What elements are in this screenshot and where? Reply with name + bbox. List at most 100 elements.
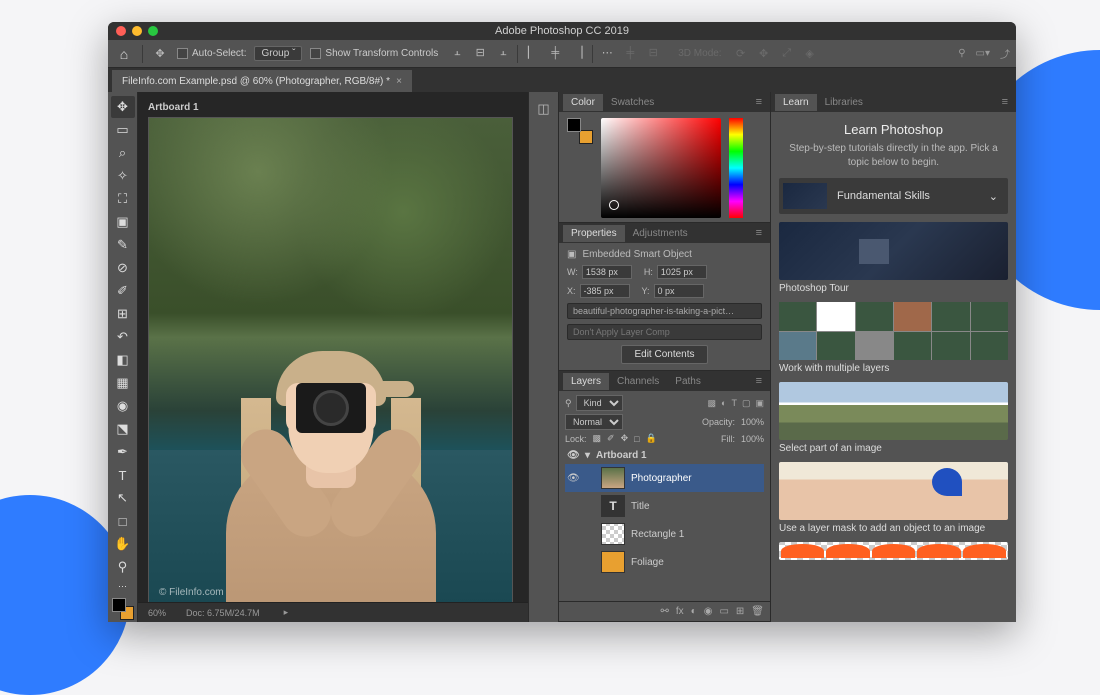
panel-toggle-icon[interactable]: ◫ <box>533 98 555 120</box>
panel-menu-icon[interactable]: ≡ <box>756 96 766 108</box>
search-icon[interactable]: ⚲ <box>958 48 965 59</box>
clone-stamp-tool[interactable]: ⊞ <box>111 303 135 325</box>
align-right-icon[interactable]: ▕ <box>569 45 587 61</box>
lock-all-icon[interactable]: 🔒 <box>646 433 657 444</box>
swatches-tab[interactable]: Swatches <box>603 94 662 111</box>
filter-shape-icon[interactable]: ▢ <box>742 398 751 409</box>
layer-item-title[interactable]: T Title <box>565 492 764 520</box>
lock-image-icon[interactable]: ✐ <box>607 433 615 444</box>
layer-item-photographer[interactable]: 👁 Photographer <box>565 464 764 492</box>
filter-type-icon[interactable]: T <box>731 398 737 409</box>
frame-tool[interactable]: ▣ <box>111 211 135 233</box>
lesson-photoshop-tour[interactable]: Photoshop Tour <box>779 222 1008 294</box>
x-input[interactable] <box>580 284 630 298</box>
hand-tool[interactable]: ✋ <box>111 533 135 555</box>
filter-pixel-icon[interactable]: ▩ <box>708 398 717 409</box>
zoom-level[interactable]: 60% <box>148 608 166 618</box>
edit-contents-button[interactable]: Edit Contents <box>621 345 707 364</box>
hue-slider[interactable] <box>729 118 743 218</box>
visibility-icon[interactable]: 👁 <box>567 473 579 484</box>
group-icon[interactable]: ▭ <box>719 606 728 617</box>
libraries-tab[interactable]: Libraries <box>817 94 871 111</box>
fill-value[interactable]: 100% <box>741 434 764 444</box>
opacity-value[interactable]: 100% <box>741 417 764 427</box>
lesson-select-part[interactable]: Select part of an image <box>779 382 1008 454</box>
workspace-icon[interactable]: ▭▾ <box>976 48 990 59</box>
distribute-icon[interactable]: ⋯ <box>598 45 616 61</box>
artboard[interactable]: © FileInfo.com <box>148 117 513 602</box>
zoom-tool[interactable]: ⚲ <box>111 556 135 578</box>
canvas-area[interactable]: Artboard 1 © FileInfo.com <box>138 92 528 602</box>
pen-tool[interactable]: ✒ <box>111 441 135 463</box>
dodge-tool[interactable]: ⬔ <box>111 418 135 440</box>
color-tab[interactable]: Color <box>563 94 603 111</box>
layer-filter-dropdown[interactable]: Kind <box>576 395 623 411</box>
height-input[interactable] <box>657 265 707 279</box>
transform-controls-checkbox[interactable]: Show Transform Controls <box>310 48 438 59</box>
panel-menu-icon[interactable]: ≡ <box>756 227 766 239</box>
healing-brush-tool[interactable]: ⊘ <box>111 257 135 279</box>
status-chevron-icon[interactable]: ▸ <box>284 607 289 618</box>
layer-item-foliage[interactable]: Foliage <box>565 548 764 576</box>
crop-tool[interactable]: ⛶ <box>111 188 135 210</box>
close-tab-icon[interactable]: × <box>396 76 402 87</box>
learn-tab[interactable]: Learn <box>775 94 817 111</box>
align-vcenter-icon[interactable]: ⊟ <box>471 45 489 61</box>
width-input[interactable] <box>582 265 632 279</box>
history-brush-tool[interactable]: ↶ <box>111 326 135 348</box>
filter-smart-icon[interactable]: ▣ <box>755 398 764 409</box>
type-tool[interactable]: T <box>111 464 135 486</box>
auto-select-mode-dropdown[interactable]: Group ˇ <box>254 46 302 61</box>
layer-mask-icon[interactable]: ◐ <box>691 606 697 617</box>
align-hcenter-icon[interactable]: ╪ <box>546 45 564 61</box>
lock-artboard-icon[interactable]: □ <box>634 434 639 444</box>
paths-tab[interactable]: Paths <box>667 373 709 390</box>
new-layer-icon[interactable]: ⊞ <box>736 606 744 617</box>
rectangle-tool[interactable]: □ <box>111 510 135 532</box>
lock-position-icon[interactable]: ✥ <box>621 433 629 444</box>
foreground-background-color[interactable] <box>112 598 134 620</box>
color-mini-swatch[interactable] <box>567 118 593 144</box>
lasso-tool[interactable]: ⌕ <box>111 142 135 164</box>
document-tab[interactable]: FileInfo.com Example.psd @ 60% (Photogra… <box>112 70 412 92</box>
lock-transparent-icon[interactable]: ▩ <box>593 433 602 444</box>
marquee-tool[interactable]: ▭ <box>111 119 135 141</box>
layer-item-artboard[interactable]: 👁 ▾ Artboard 1 <box>565 447 764 464</box>
learn-section-header[interactable]: Fundamental Skills ⌄ <box>779 178 1008 214</box>
filter-adjustment-icon[interactable]: ◐ <box>721 398 726 409</box>
visibility-icon[interactable]: 👁 <box>567 450 579 461</box>
properties-tab[interactable]: Properties <box>563 225 625 242</box>
lesson-multiple-layers[interactable]: Work with multiple layers <box>779 302 1008 374</box>
brush-tool[interactable]: ✐ <box>111 280 135 302</box>
align-bottom-icon[interactable]: ⫠ <box>494 45 512 61</box>
channels-tab[interactable]: Channels <box>609 373 667 390</box>
share-icon[interactable]: ⤴ <box>1000 46 1010 61</box>
home-button[interactable]: ⌂ <box>114 44 134 64</box>
panel-menu-icon[interactable]: ≡ <box>756 375 766 387</box>
eraser-tool[interactable]: ◧ <box>111 349 135 371</box>
magic-wand-tool[interactable]: ✧ <box>111 165 135 187</box>
layers-tab[interactable]: Layers <box>563 373 609 390</box>
path-selection-tool[interactable]: ↖ <box>111 487 135 509</box>
panel-menu-icon[interactable]: ≡ <box>1002 96 1012 108</box>
y-input[interactable] <box>654 284 704 298</box>
link-layers-icon[interactable]: ⚯ <box>661 606 669 617</box>
eyedropper-tool[interactable]: ✎ <box>111 234 135 256</box>
lesson-extra[interactable] <box>779 542 1008 560</box>
gradient-tool[interactable]: ▦ <box>111 372 135 394</box>
edit-toolbar-button[interactable]: ⋯ <box>111 579 135 593</box>
move-tool[interactable]: ✥ <box>111 96 135 118</box>
layer-item-rectangle[interactable]: Rectangle 1 <box>565 520 764 548</box>
align-top-icon[interactable]: ⫠ <box>448 45 466 61</box>
adjustment-layer-icon[interactable]: ◉ <box>704 606 713 617</box>
chevron-down-icon[interactable]: ▾ <box>585 450 590 461</box>
layer-style-icon[interactable]: fx <box>676 606 684 617</box>
align-left-icon[interactable]: ▏ <box>523 45 541 61</box>
blur-tool[interactable]: ◉ <box>111 395 135 417</box>
color-field-picker[interactable] <box>601 118 721 218</box>
adjustments-tab[interactable]: Adjustments <box>625 225 696 242</box>
blend-mode-dropdown[interactable]: Normal <box>565 414 623 430</box>
lesson-layer-mask[interactable]: Use a layer mask to add an object to an … <box>779 462 1008 534</box>
delete-layer-icon[interactable]: 🗑 <box>751 606 764 617</box>
layer-comp-dropdown[interactable]: Don't Apply Layer Comp <box>567 324 762 340</box>
